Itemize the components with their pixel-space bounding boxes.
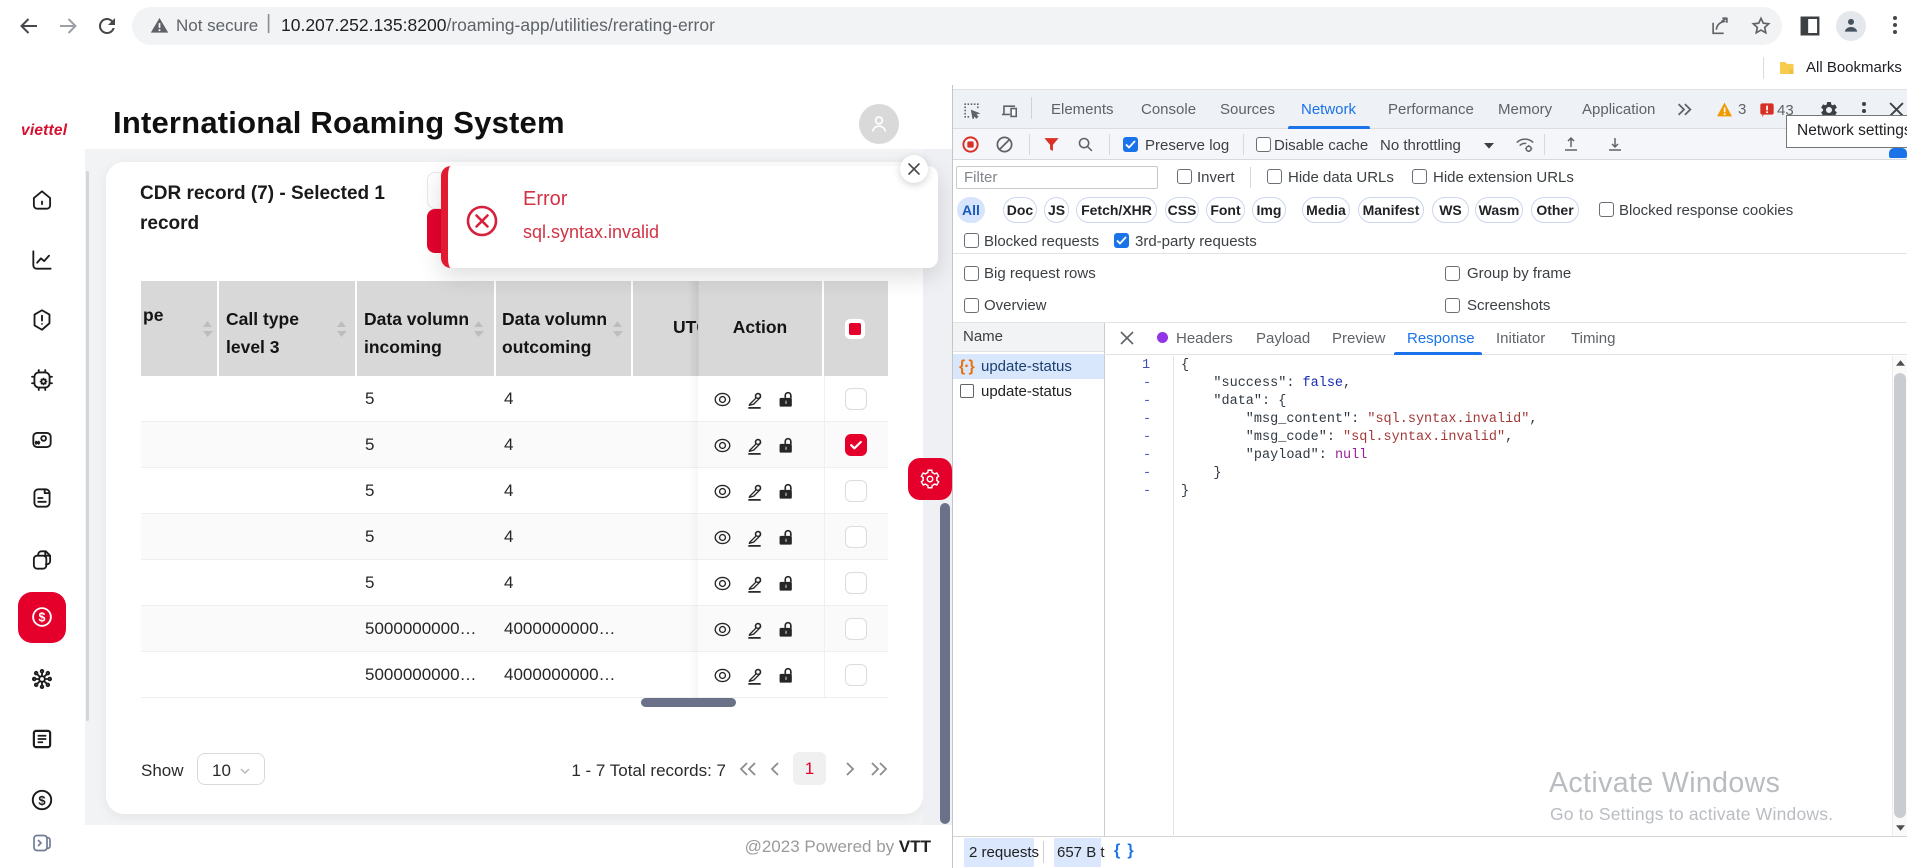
svg-text:$: $ xyxy=(39,611,46,625)
svg-text:$: $ xyxy=(38,793,46,808)
